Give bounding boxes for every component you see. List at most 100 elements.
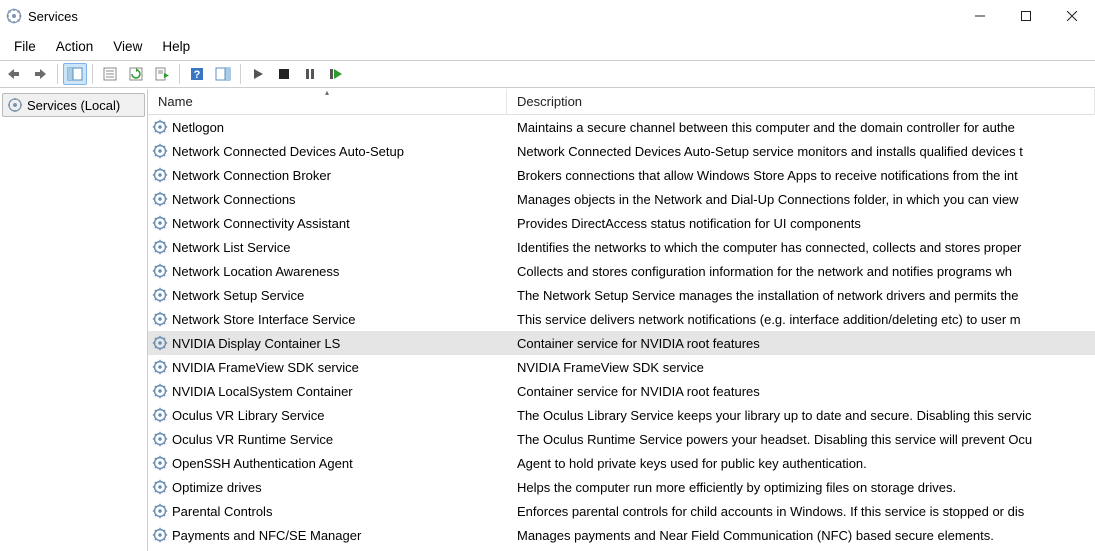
pause-service-icon bbox=[304, 68, 316, 80]
service-row[interactable]: NVIDIA LocalSystem Container Container se… bbox=[148, 379, 1095, 403]
properties-icon bbox=[103, 67, 117, 81]
menu-action[interactable]: Action bbox=[46, 35, 104, 58]
service-name: Network Connections bbox=[172, 192, 296, 207]
service-gear-icon bbox=[152, 215, 168, 231]
service-gear-icon bbox=[152, 167, 168, 183]
window-title: Services bbox=[28, 9, 78, 24]
service-description: Helps the computer run more efficiently … bbox=[507, 480, 1095, 495]
close-button[interactable] bbox=[1049, 0, 1095, 32]
service-description: Manages objects in the Network and Dial-… bbox=[507, 192, 1095, 207]
service-gear-icon bbox=[152, 527, 168, 543]
refresh-button[interactable] bbox=[124, 63, 148, 85]
service-gear-icon bbox=[152, 143, 168, 159]
tree-node-label: Services (Local) bbox=[27, 98, 120, 113]
show-hide-tree-icon bbox=[67, 67, 83, 81]
stop-service-icon bbox=[278, 68, 290, 80]
tree-pane[interactable]: Services (Local) bbox=[0, 89, 148, 551]
nav-back-button[interactable] bbox=[2, 63, 26, 85]
service-row[interactable]: Network Location AwarenessCollects and s… bbox=[148, 259, 1095, 283]
show-hide-tree-button[interactable] bbox=[63, 63, 87, 85]
service-gear-icon bbox=[152, 263, 168, 279]
service-name: NVIDIA Display Container LS bbox=[172, 336, 340, 351]
service-row[interactable]: Network Connections Manages objects in th… bbox=[148, 187, 1095, 211]
nav-forward-button[interactable] bbox=[28, 63, 52, 85]
service-row[interactable]: OpenSSH Authentication Agent Agent to hol… bbox=[148, 451, 1095, 475]
service-description: The Network Setup Service manages the in… bbox=[507, 288, 1095, 303]
menu-file[interactable]: File bbox=[4, 35, 46, 58]
service-description: Identifies the networks to which the com… bbox=[507, 240, 1095, 255]
menubar: File Action View Help bbox=[0, 32, 1095, 60]
column-label: Name bbox=[158, 94, 193, 109]
service-row[interactable]: Network Connected Devices Auto-SetupNetw… bbox=[148, 139, 1095, 163]
show-hide-actions-button[interactable] bbox=[211, 63, 235, 85]
service-description: Enforces parental controls for child acc… bbox=[507, 504, 1095, 519]
export-list-button[interactable] bbox=[150, 63, 174, 85]
service-row[interactable]: Network Connectivity AssistantProvides D… bbox=[148, 211, 1095, 235]
service-row[interactable]: Oculus VR Runtime ServiceThe Oculus Runt… bbox=[148, 427, 1095, 451]
service-gear-icon bbox=[152, 359, 168, 375]
service-description: Manages payments and Near Field Communic… bbox=[507, 528, 1095, 543]
help-button[interactable]: ? bbox=[185, 63, 209, 85]
service-row[interactable]: Network Setup ServiceThe Network Setup S… bbox=[148, 283, 1095, 307]
service-name: Oculus VR Library Service bbox=[172, 408, 324, 423]
service-name: Network List Service bbox=[172, 240, 290, 255]
properties-button[interactable] bbox=[98, 63, 122, 85]
service-row[interactable]: Payments and NFC/SE ManagerManages payme… bbox=[148, 523, 1095, 547]
stop-service-button[interactable] bbox=[272, 63, 296, 85]
pause-service-button[interactable] bbox=[298, 63, 322, 85]
service-description: NVIDIA FrameView SDK service bbox=[507, 360, 1095, 375]
service-gear-icon bbox=[152, 383, 168, 399]
tree-node-services-local[interactable]: Services (Local) bbox=[2, 93, 145, 117]
start-service-icon bbox=[252, 68, 264, 80]
service-row[interactable]: Network List Service Identifies the netwo… bbox=[148, 235, 1095, 259]
service-description: Agent to hold private keys used for publ… bbox=[507, 456, 1095, 471]
service-name: NVIDIA FrameView SDK service bbox=[172, 360, 359, 375]
start-service-button[interactable] bbox=[246, 63, 270, 85]
service-gear-icon bbox=[152, 239, 168, 255]
service-gear-icon bbox=[152, 311, 168, 327]
service-row[interactable]: NetlogonMaintains a secure channel betwe… bbox=[148, 115, 1095, 139]
maximize-icon bbox=[1021, 11, 1031, 21]
content-area: Services (Local) ▴ Name Description Netl… bbox=[0, 88, 1095, 551]
service-gear-icon bbox=[152, 335, 168, 351]
column-header-description[interactable]: Description bbox=[507, 89, 1095, 114]
service-row[interactable]: Parental ControlsEnforces parental contr… bbox=[148, 499, 1095, 523]
toolbar-separator bbox=[240, 64, 241, 84]
menu-view[interactable]: View bbox=[103, 35, 152, 58]
service-row[interactable]: Network Store Interface Service This serv… bbox=[148, 307, 1095, 331]
service-row[interactable]: Oculus VR Library ServiceThe Oculus Libr… bbox=[148, 403, 1095, 427]
service-name: NVIDIA LocalSystem Container bbox=[172, 384, 353, 399]
help-icon: ? bbox=[190, 67, 204, 81]
service-description: The Oculus Runtime Service powers your h… bbox=[507, 432, 1095, 447]
service-name: Network Store Interface Service bbox=[172, 312, 356, 327]
service-description: Container service for NVIDIA root featur… bbox=[507, 384, 1095, 399]
service-name: Network Connection Broker bbox=[172, 168, 331, 183]
toolbar-separator bbox=[57, 64, 58, 84]
window-controls bbox=[957, 0, 1095, 32]
close-icon bbox=[1067, 11, 1077, 21]
service-name: OpenSSH Authentication Agent bbox=[172, 456, 353, 471]
service-gear-icon bbox=[152, 287, 168, 303]
gear-icon bbox=[7, 97, 23, 113]
restart-service-button[interactable] bbox=[324, 63, 348, 85]
service-description: This service delivers network notificati… bbox=[507, 312, 1095, 327]
toolbar-separator bbox=[92, 64, 93, 84]
service-row[interactable]: NVIDIA Display Container LS Container ser… bbox=[148, 331, 1095, 355]
service-row[interactable]: NVIDIA FrameView SDK service NVIDIA Frame… bbox=[148, 355, 1095, 379]
titlebar: Services bbox=[0, 0, 1095, 32]
sort-ascending-icon: ▴ bbox=[325, 89, 329, 97]
service-description: Container service for NVIDIA root featur… bbox=[507, 336, 1095, 351]
restart-service-icon bbox=[329, 68, 343, 80]
list-body[interactable]: NetlogonMaintains a secure channel betwe… bbox=[148, 115, 1095, 547]
service-description: Provides DirectAccess status notificatio… bbox=[507, 216, 1095, 231]
column-header-name[interactable]: ▴ Name bbox=[148, 89, 507, 114]
service-name: Netlogon bbox=[172, 120, 224, 135]
maximize-button[interactable] bbox=[1003, 0, 1049, 32]
refresh-icon bbox=[129, 67, 143, 81]
service-gear-icon bbox=[152, 119, 168, 135]
menu-help[interactable]: Help bbox=[152, 35, 200, 58]
minimize-button[interactable] bbox=[957, 0, 1003, 32]
service-gear-icon bbox=[152, 431, 168, 447]
service-row[interactable]: Optimize drivesHelps the computer run mo… bbox=[148, 475, 1095, 499]
service-row[interactable]: Network Connection BrokerBrokers connect… bbox=[148, 163, 1095, 187]
